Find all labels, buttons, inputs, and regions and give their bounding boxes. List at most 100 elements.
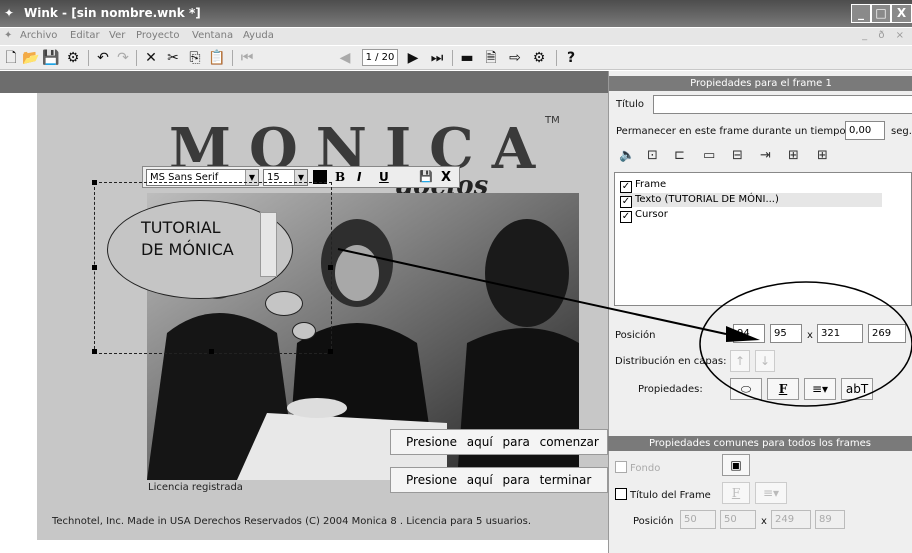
menu-editar[interactable]: Editar bbox=[70, 30, 100, 41]
layer-list[interactable]: ✓ Frame ✓ Texto (TUTORIAL DE MÓNI...) ✓ Cur… bbox=[614, 172, 912, 306]
resize-handle[interactable] bbox=[209, 349, 214, 354]
resize-handle[interactable] bbox=[328, 349, 333, 354]
undo-icon[interactable]: ↶ bbox=[94, 49, 112, 67]
checkbox[interactable]: ✓ bbox=[620, 211, 632, 223]
titulo-label: Título bbox=[616, 99, 645, 110]
doc-icon[interactable]: ✦ bbox=[4, 30, 12, 41]
common-font-button[interactable]: F bbox=[722, 482, 750, 504]
checkbox[interactable]: ✓ bbox=[620, 196, 632, 208]
thought-bubble-dot bbox=[265, 291, 303, 316]
menu-ver[interactable]: Ver bbox=[109, 30, 125, 41]
titulo-input[interactable] bbox=[653, 95, 912, 114]
bubble-scrollbar[interactable] bbox=[260, 212, 277, 277]
link-layer-icon[interactable]: ⇥ bbox=[760, 148, 771, 163]
frame-title-checkbox[interactable]: Título del Frame bbox=[615, 488, 711, 501]
panel-header: Propiedades para el frame 1 bbox=[609, 76, 912, 91]
document-icon[interactable]: 🗎 bbox=[482, 49, 500, 67]
layer-label: Cursor bbox=[635, 209, 668, 220]
resize-handle[interactable] bbox=[328, 265, 333, 270]
new-file-icon[interactable]: 🗋 bbox=[2, 49, 20, 67]
resize-handle[interactable] bbox=[92, 180, 97, 185]
start-button-label: Presione aquí para comenzar bbox=[406, 435, 599, 449]
common-panel-header: Propiedades comunes para todos los frame… bbox=[608, 436, 912, 451]
menu-archivo[interactable]: Archivo bbox=[20, 30, 57, 41]
align-dropdown-button[interactable]: ≡▾ bbox=[804, 378, 836, 400]
pos-y-input[interactable]: 95 bbox=[770, 324, 802, 343]
pos-h-input[interactable]: 269 bbox=[868, 324, 906, 343]
frame-counter-input[interactable]: 1 / 20 bbox=[362, 49, 398, 66]
bubble-shape-button[interactable]: ⬭ bbox=[730, 378, 762, 400]
props-label: Propiedades: bbox=[638, 384, 703, 395]
menu-ayuda[interactable]: Ayuda bbox=[243, 30, 274, 41]
last-frame-icon[interactable]: ⏭ bbox=[428, 49, 446, 67]
common-pos-h-input[interactable]: 89 bbox=[815, 510, 845, 529]
image-layer-icon[interactable]: ⊡ bbox=[647, 148, 658, 163]
frame-properties-panel: Propiedades para el frame 1 Título Perma… bbox=[608, 71, 912, 553]
stay-duration-input[interactable]: 0,00 bbox=[845, 121, 885, 140]
layer-item-text[interactable]: ✓ Texto (TUTORIAL DE MÓNI...) bbox=[620, 193, 882, 208]
wizard-icon[interactable]: ⚙ bbox=[64, 49, 82, 67]
end-button[interactable]: Presione aquí para terminar bbox=[390, 467, 608, 493]
close-button[interactable]: X bbox=[891, 4, 912, 23]
stay-unit-label: seg. bbox=[891, 126, 912, 137]
save-icon[interactable]: 💾 bbox=[42, 49, 60, 67]
cursor-layer-icon[interactable]: ⊞ bbox=[788, 148, 799, 163]
close-text-toolbar-button[interactable]: X bbox=[441, 170, 451, 185]
help-icon[interactable]: ? bbox=[562, 49, 580, 67]
fondo-checkbox[interactable]: Fondo bbox=[615, 461, 660, 474]
mdi-controls[interactable]: _ ð × bbox=[862, 30, 908, 41]
shape-layer-icon[interactable]: ⊏ bbox=[674, 148, 685, 163]
thought-bubble-dot bbox=[292, 322, 316, 340]
copy-icon[interactable]: ⎘ bbox=[186, 49, 204, 67]
bold-button[interactable]: B bbox=[335, 170, 345, 184]
background-image-button[interactable]: ▣ bbox=[722, 454, 750, 476]
render-icon[interactable]: ⚙ bbox=[530, 49, 548, 67]
copyright-footer: Technotel, Inc. Made in USA Derechos Res… bbox=[52, 516, 531, 527]
start-button[interactable]: Presione aquí para comenzar bbox=[390, 429, 608, 455]
redo-icon[interactable]: ↷ bbox=[114, 49, 132, 67]
export-arrow-icon[interactable]: ⇨ bbox=[506, 49, 524, 67]
common-pos-x-input[interactable]: 50 bbox=[680, 510, 716, 529]
menu-ventana[interactable]: Ventana bbox=[192, 30, 233, 41]
sound-icon[interactable]: 🔈 bbox=[619, 148, 635, 163]
common-pos-y-input[interactable]: 50 bbox=[720, 510, 756, 529]
maximize-button[interactable]: □ bbox=[871, 4, 891, 23]
cut-icon[interactable]: ✂ bbox=[164, 49, 182, 67]
pos-w-input[interactable]: 321 bbox=[817, 324, 863, 343]
resize-handle[interactable] bbox=[92, 349, 97, 354]
layer-label: Texto (TUTORIAL DE MÓNI...) bbox=[635, 194, 779, 205]
common-align-button[interactable]: ≡▾ bbox=[755, 482, 787, 504]
bubble-text[interactable]: TUTORIAL DE MÓNICA bbox=[141, 217, 234, 261]
license-label: Licencia registrada bbox=[148, 482, 243, 493]
resize-handle[interactable] bbox=[92, 265, 97, 270]
button-layer-icon[interactable]: ⊟ bbox=[732, 148, 743, 163]
text-tool-button[interactable]: abT bbox=[841, 378, 873, 400]
prev-frame-icon[interactable]: ◀ bbox=[336, 49, 354, 67]
layer-item-cursor[interactable]: ✓ Cursor bbox=[620, 208, 668, 223]
wink-app-icon[interactable]: ✦ bbox=[4, 6, 20, 20]
pos-x-input[interactable]: 94 bbox=[733, 324, 765, 343]
common-pos-w-input[interactable]: 249 bbox=[771, 510, 811, 529]
text-layer-icon[interactable]: ▭ bbox=[703, 148, 715, 163]
minimize-button[interactable]: _ bbox=[851, 4, 871, 23]
layer-up-button[interactable]: ↑ bbox=[730, 350, 750, 372]
font-button[interactable]: F bbox=[767, 378, 799, 400]
underline-button[interactable]: U bbox=[379, 170, 389, 184]
layer-label: Frame bbox=[635, 179, 667, 190]
grid-layer-icon[interactable]: ⊞ bbox=[817, 148, 828, 163]
title-bar: ✦ Wink - [sin nombre.wnk *] _ □ X bbox=[0, 0, 912, 27]
frame-view-icon[interactable]: ▬ bbox=[458, 49, 476, 67]
open-folder-icon[interactable]: 📂 bbox=[22, 49, 40, 67]
save-text-icon[interactable]: 💾 bbox=[419, 170, 433, 183]
first-frame-icon[interactable]: ⏮ bbox=[238, 49, 256, 67]
fondo-label: Fondo bbox=[630, 463, 661, 474]
checkbox[interactable]: ✓ bbox=[620, 181, 632, 193]
canvas-top-strip bbox=[0, 71, 608, 93]
menu-proyecto[interactable]: Proyecto bbox=[136, 30, 179, 41]
delete-icon[interactable]: ✕ bbox=[142, 49, 160, 67]
paste-icon[interactable]: 📋 bbox=[208, 49, 226, 67]
layer-down-button[interactable]: ↓ bbox=[755, 350, 775, 372]
layer-item-frame[interactable]: ✓ Frame bbox=[620, 178, 667, 193]
italic-button[interactable]: I bbox=[357, 170, 361, 184]
next-frame-icon[interactable]: ▶ bbox=[404, 49, 422, 67]
